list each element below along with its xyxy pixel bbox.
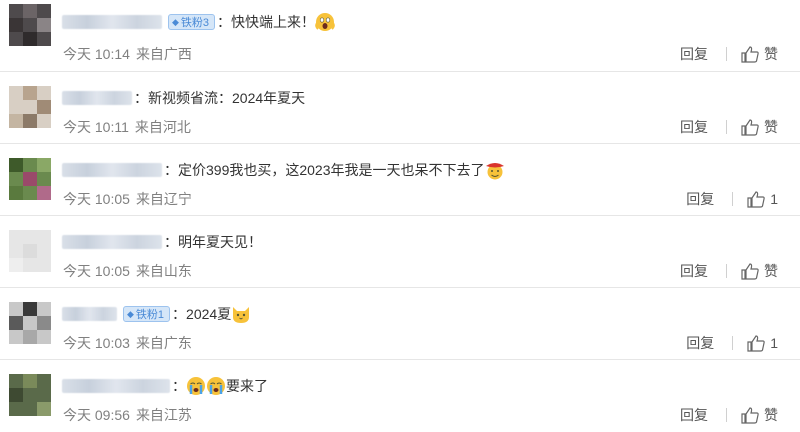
avatar[interactable] (9, 158, 51, 200)
username-blurred[interactable] (62, 307, 117, 321)
comment-location: 来自山东 (135, 263, 192, 279)
comment-item: ： 要来了 今天 09:56 来自江苏 回复 赞 (0, 360, 800, 432)
avatar[interactable] (9, 86, 51, 128)
username-blurred[interactable] (62, 235, 162, 249)
divider (732, 192, 734, 206)
comment-item: ：定价399我也买，这2023年我是一天也呆不下去了 今天 10:05 来自辽宁… (0, 144, 800, 216)
diamond-icon: ◆ (172, 16, 179, 27)
screaming-face-icon (315, 13, 335, 31)
divider (726, 408, 727, 422)
reply-button[interactable]: 回复 (680, 117, 708, 137)
thumbs-up-icon (747, 334, 765, 352)
comment-time: 今天 10:05 (63, 191, 130, 207)
comment-time: 今天 10:14 (63, 46, 130, 62)
comment-location: 来自河北 (134, 119, 191, 135)
comment-item: ：新视频省流：2024年夏天 今天 10:11 来自河北 回复 赞 (0, 72, 800, 144)
comment-location: 来自广西 (135, 46, 192, 62)
like-button[interactable]: 赞 (741, 405, 778, 425)
divider (726, 47, 727, 61)
cat-face-icon (233, 307, 250, 323)
reply-button[interactable]: 回复 (686, 333, 714, 353)
comment-time: 今天 10:03 (63, 335, 130, 351)
comment-text: ：2024夏 (172, 306, 232, 322)
comment-location: 来自广东 (135, 335, 192, 351)
like-count: 1 (770, 191, 778, 207)
thumbs-up-icon (741, 406, 759, 424)
avatar[interactable] (9, 4, 51, 46)
comment-text: ：定价399我也买，这2023年我是一天也呆不下去了 (164, 162, 485, 178)
like-button[interactable]: 赞 (741, 117, 778, 137)
like-button[interactable]: 1 (747, 190, 778, 208)
reply-button[interactable]: 回复 (680, 405, 708, 425)
like-count: 1 (770, 335, 778, 351)
avatar[interactable] (9, 230, 51, 272)
comment-item: ◆ 铁粉1 ：2024夏 今天 10:03 来自广东 回复 1 (0, 288, 800, 360)
username-blurred[interactable] (62, 91, 132, 105)
comment-location: 来自江苏 (135, 407, 192, 423)
divider (726, 120, 727, 134)
like-count: 赞 (764, 46, 778, 62)
fan-badge[interactable]: ◆ 铁粉3 (168, 14, 216, 30)
like-count: 赞 (764, 263, 778, 279)
comment-time: 今天 09:56 (63, 407, 130, 423)
avatar[interactable] (9, 302, 51, 344)
like-button[interactable]: 1 (747, 334, 778, 352)
crying-face-icon (207, 377, 225, 395)
comment-item: ：明年夏天见！ 今天 10:05 来自山东 回复 赞 (0, 216, 800, 288)
thumbs-up-icon (747, 190, 765, 208)
crying-face-icon (187, 377, 205, 395)
comment-location: 来自辽宁 (135, 191, 192, 207)
fan-badge[interactable]: ◆ 铁粉1 (123, 306, 171, 322)
like-count: 赞 (764, 119, 778, 135)
thumbs-up-icon (741, 118, 759, 136)
cowboy-face-icon (485, 163, 504, 180)
comment-time: 今天 10:11 (63, 119, 129, 135)
like-button[interactable]: 赞 (741, 261, 778, 281)
reply-button[interactable]: 回复 (680, 44, 708, 64)
comment-text: ：快快端上来！ (217, 14, 316, 30)
username-blurred[interactable] (62, 163, 162, 177)
colon: ： (172, 378, 186, 394)
like-button[interactable]: 赞 (741, 44, 778, 64)
thumbs-up-icon (741, 45, 759, 63)
username-blurred[interactable] (62, 379, 170, 393)
comment-time: 今天 10:05 (63, 263, 130, 279)
thumbs-up-icon (741, 262, 759, 280)
comment-text: ：新视频省流：2024年夏天 (134, 90, 306, 106)
diamond-icon: ◆ (127, 308, 134, 319)
comment-text: 要来了 (226, 378, 268, 394)
reply-button[interactable]: 回复 (680, 261, 708, 281)
divider (732, 336, 734, 350)
comment-text: ：明年夏天见！ (164, 234, 262, 250)
username-blurred[interactable] (62, 15, 162, 29)
comment-item: ◆ 铁粉3 ：快快端上来！ 今天 10:14 来自广西 回复 赞 (0, 0, 800, 72)
reply-button[interactable]: 回复 (686, 189, 714, 209)
divider (726, 264, 727, 278)
avatar[interactable] (9, 374, 51, 416)
like-count: 赞 (764, 407, 778, 423)
